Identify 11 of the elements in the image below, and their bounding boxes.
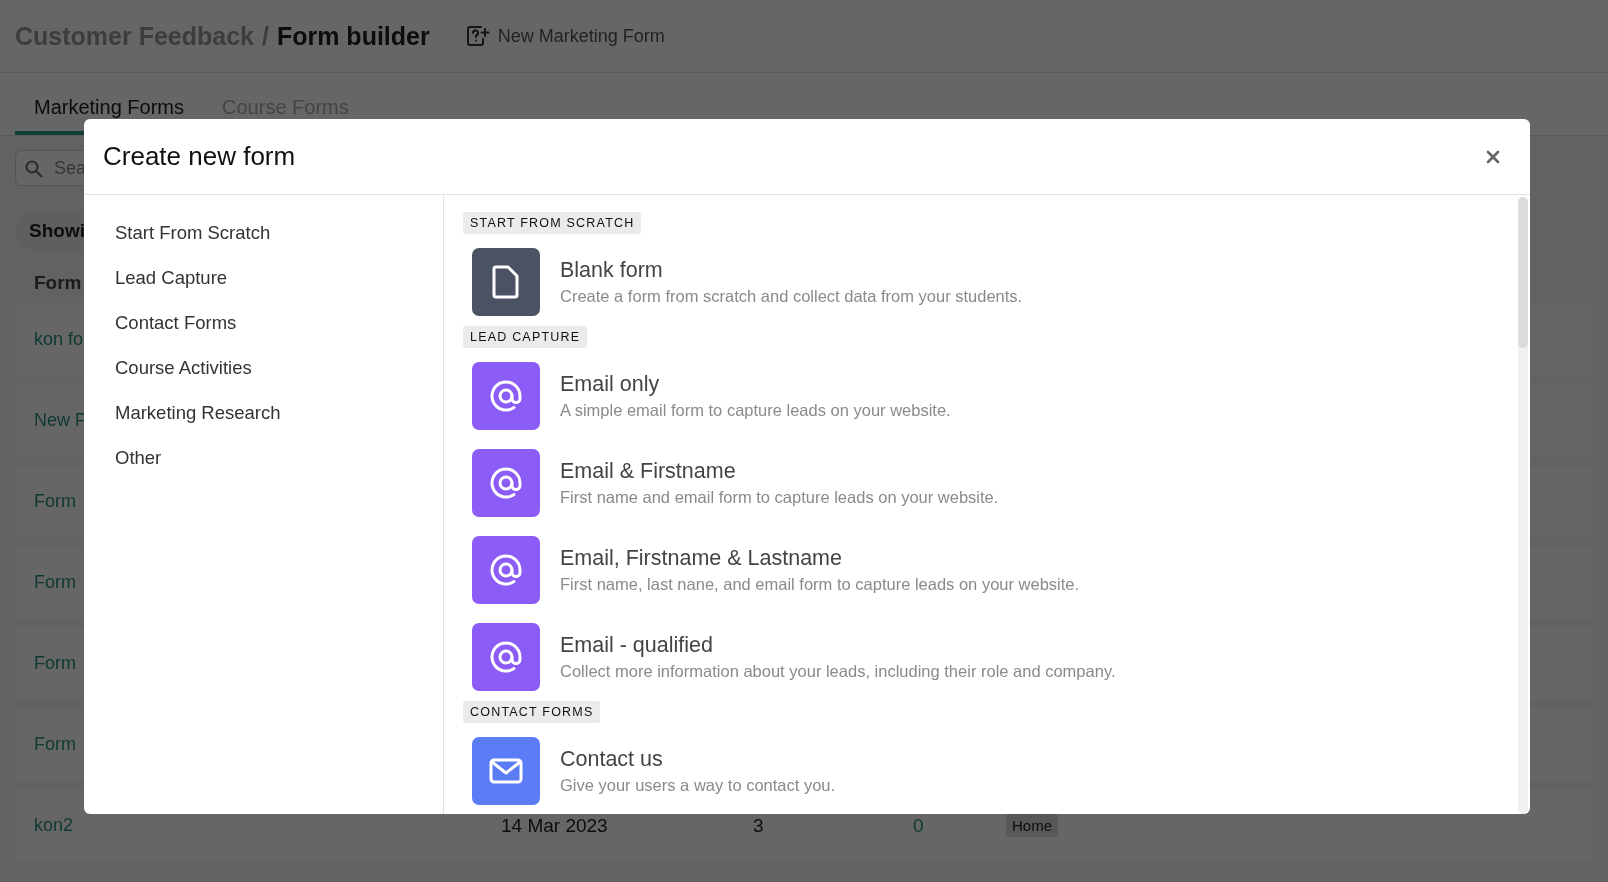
section-label: LEAD CAPTURE bbox=[463, 326, 588, 348]
dialog-title: Create new form bbox=[103, 141, 296, 172]
tag: Home bbox=[1006, 814, 1058, 837]
table-cell-text: 0 bbox=[913, 814, 925, 837]
table-cell-text: 14 Mar 2023 bbox=[501, 814, 609, 837]
table-cell-text: 3 bbox=[753, 814, 765, 837]
section-label: START FROM SCRATCH bbox=[463, 212, 642, 234]
breadcrumb-separator: / bbox=[261, 21, 269, 51]
page-title: Form builder bbox=[276, 21, 430, 51]
column-header: Form bbox=[34, 272, 82, 293]
section-label: CONTACT FORMS bbox=[463, 701, 601, 723]
